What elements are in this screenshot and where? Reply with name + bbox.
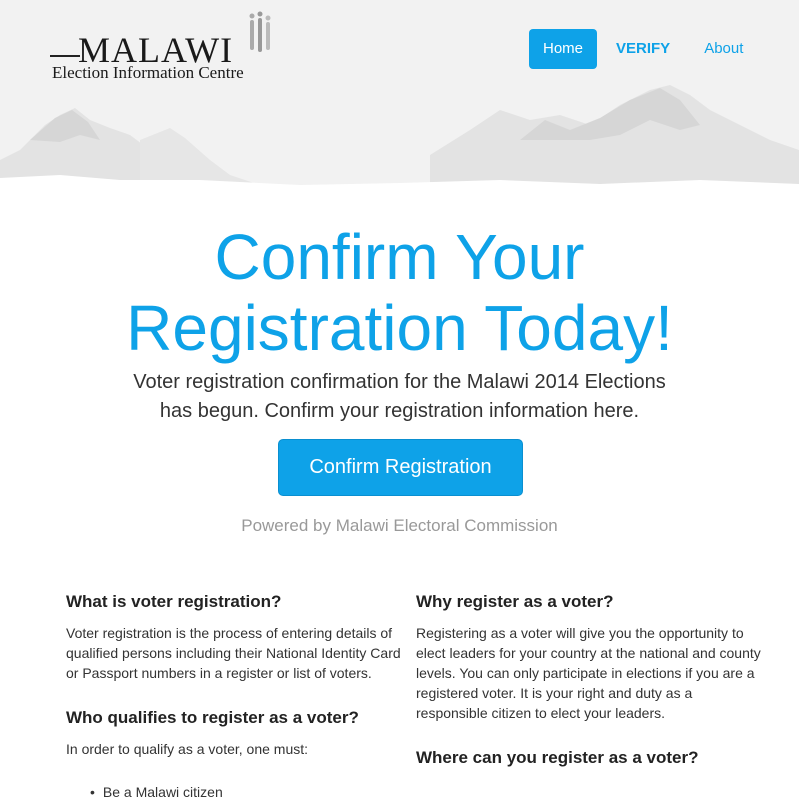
site-logo[interactable]: MALAWI Election Information Centre — [50, 10, 280, 85]
nav-about[interactable]: About — [704, 29, 743, 69]
what-is-registration-text: Voter registration is the process of ent… — [66, 625, 401, 681]
hero-subtitle-line2: has begun. Confirm your registration inf… — [159, 400, 640, 422]
hero-title-line2: Registration Today! — [126, 292, 673, 364]
left-info-column: What is voter registration? Voter regist… — [66, 590, 411, 799]
where-register-heading: Where can you register as a voter? — [416, 748, 699, 767]
why-register-heading: Why register as a voter? — [416, 592, 614, 611]
logo-subtitle: Election Information Centre — [52, 63, 244, 82]
nav-verify[interactable]: VERIFY — [616, 29, 670, 69]
what-is-registration-heading: What is voter registration? — [66, 592, 282, 611]
powered-by-text: Powered by Malawi Electoral Commission — [241, 516, 558, 535]
hero-title-line1: Confirm Your — [214, 221, 585, 293]
mountains-illustration — [0, 85, 799, 190]
right-info-column: Why register as a voter? Registering as … — [416, 590, 761, 779]
main-nav: Home VERIFY About — [529, 29, 743, 69]
nav-home[interactable]: Home — [529, 29, 597, 69]
confirm-registration-button[interactable]: Confirm Registration — [278, 439, 523, 496]
logo-rule — [50, 55, 80, 57]
list-item: Be a Malawi citizen — [90, 782, 411, 799]
why-register-text: Registering as a voter will give you the… — [416, 625, 761, 721]
people-icon — [249, 11, 271, 52]
hero-subtitle-line1: Voter registration confirmation for the … — [133, 371, 666, 393]
hero-title: Confirm Your Registration Today! — [0, 222, 799, 364]
who-qualifies-heading: Who qualifies to register as a voter? — [66, 708, 359, 727]
who-qualifies-text: In order to qualify as a voter, one must… — [66, 741, 309, 757]
hero-subtitle: Voter registration confirmation for the … — [0, 368, 799, 426]
qualification-list: Be a Malawi citizen — [90, 782, 411, 799]
header: MALAWI Election Information Centre Home … — [0, 0, 799, 190]
